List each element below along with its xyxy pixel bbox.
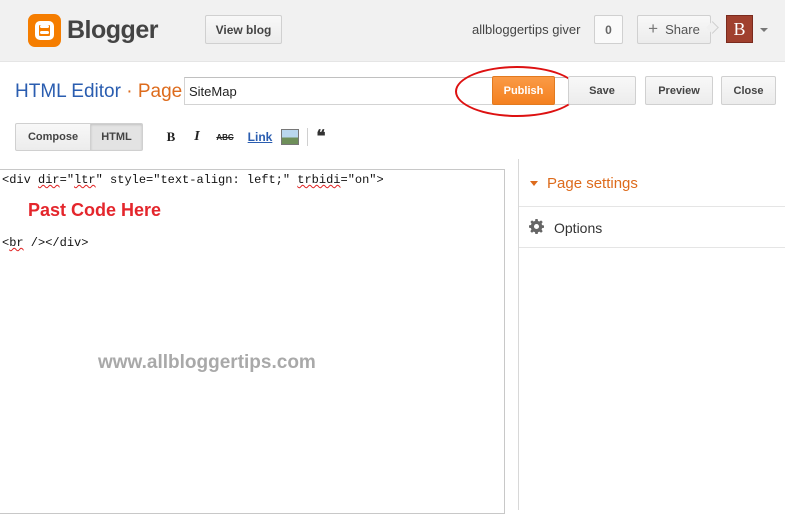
top-bar: Blogger View blog allbloggertips giver 0…	[0, 0, 785, 62]
blogger-logo-icon	[28, 14, 61, 47]
strikethrough-icon[interactable]: ABC	[215, 128, 235, 146]
blogger-logo[interactable]: Blogger	[28, 14, 158, 47]
toolbar-divider	[307, 128, 308, 146]
close-button[interactable]: Close	[721, 76, 776, 105]
italic-icon[interactable]: I	[191, 128, 203, 146]
logo-text: Blogger	[67, 16, 158, 44]
plus-icon: +	[648, 18, 659, 38]
caret-down-icon	[530, 181, 538, 186]
code-line-1: <div dir="ltr" style="text-align: left;"…	[2, 173, 384, 187]
notification-count[interactable]: 0	[594, 15, 623, 44]
page-settings-label: Page settings	[547, 175, 638, 192]
image-icon[interactable]	[281, 129, 299, 145]
quote-icon[interactable]: ❝	[313, 127, 329, 146]
settings-sidebar: Page settings Options	[518, 159, 785, 510]
code-line-2: <br /></div>	[2, 236, 89, 250]
avatar[interactable]: B	[726, 15, 753, 43]
html-tab[interactable]: HTML	[90, 123, 143, 151]
page-settings-header[interactable]: Page settings	[519, 159, 785, 207]
compose-tab[interactable]: Compose	[15, 123, 91, 151]
share-label: Share	[665, 22, 700, 37]
chevron-down-icon[interactable]	[760, 28, 768, 32]
preview-button[interactable]: Preview	[645, 76, 713, 105]
bold-icon[interactable]: B	[164, 128, 178, 146]
share-button[interactable]: + Share	[637, 15, 711, 44]
username[interactable]: allbloggertips giver	[472, 22, 580, 37]
link-button[interactable]: Link	[246, 128, 274, 146]
html-editor-textarea[interactable]: <div dir="ltr" style="text-align: left;"…	[0, 169, 505, 514]
options-item[interactable]: Options	[519, 207, 785, 248]
view-blog-button[interactable]: View blog	[205, 15, 282, 44]
paste-code-annotation: Past Code Here	[28, 200, 162, 220]
gear-icon	[529, 219, 544, 234]
save-button[interactable]: Save	[568, 76, 636, 105]
page-title: HTML Editor · Page	[15, 81, 182, 103]
publish-highlight-circle	[455, 66, 579, 117]
editor-type-label: Page	[137, 81, 183, 102]
editor-mode-label: HTML Editor	[15, 81, 121, 102]
watermark-text: www.allbloggertips.com	[98, 352, 316, 373]
options-label: Options	[554, 220, 603, 236]
title-separator: ·	[126, 81, 133, 102]
